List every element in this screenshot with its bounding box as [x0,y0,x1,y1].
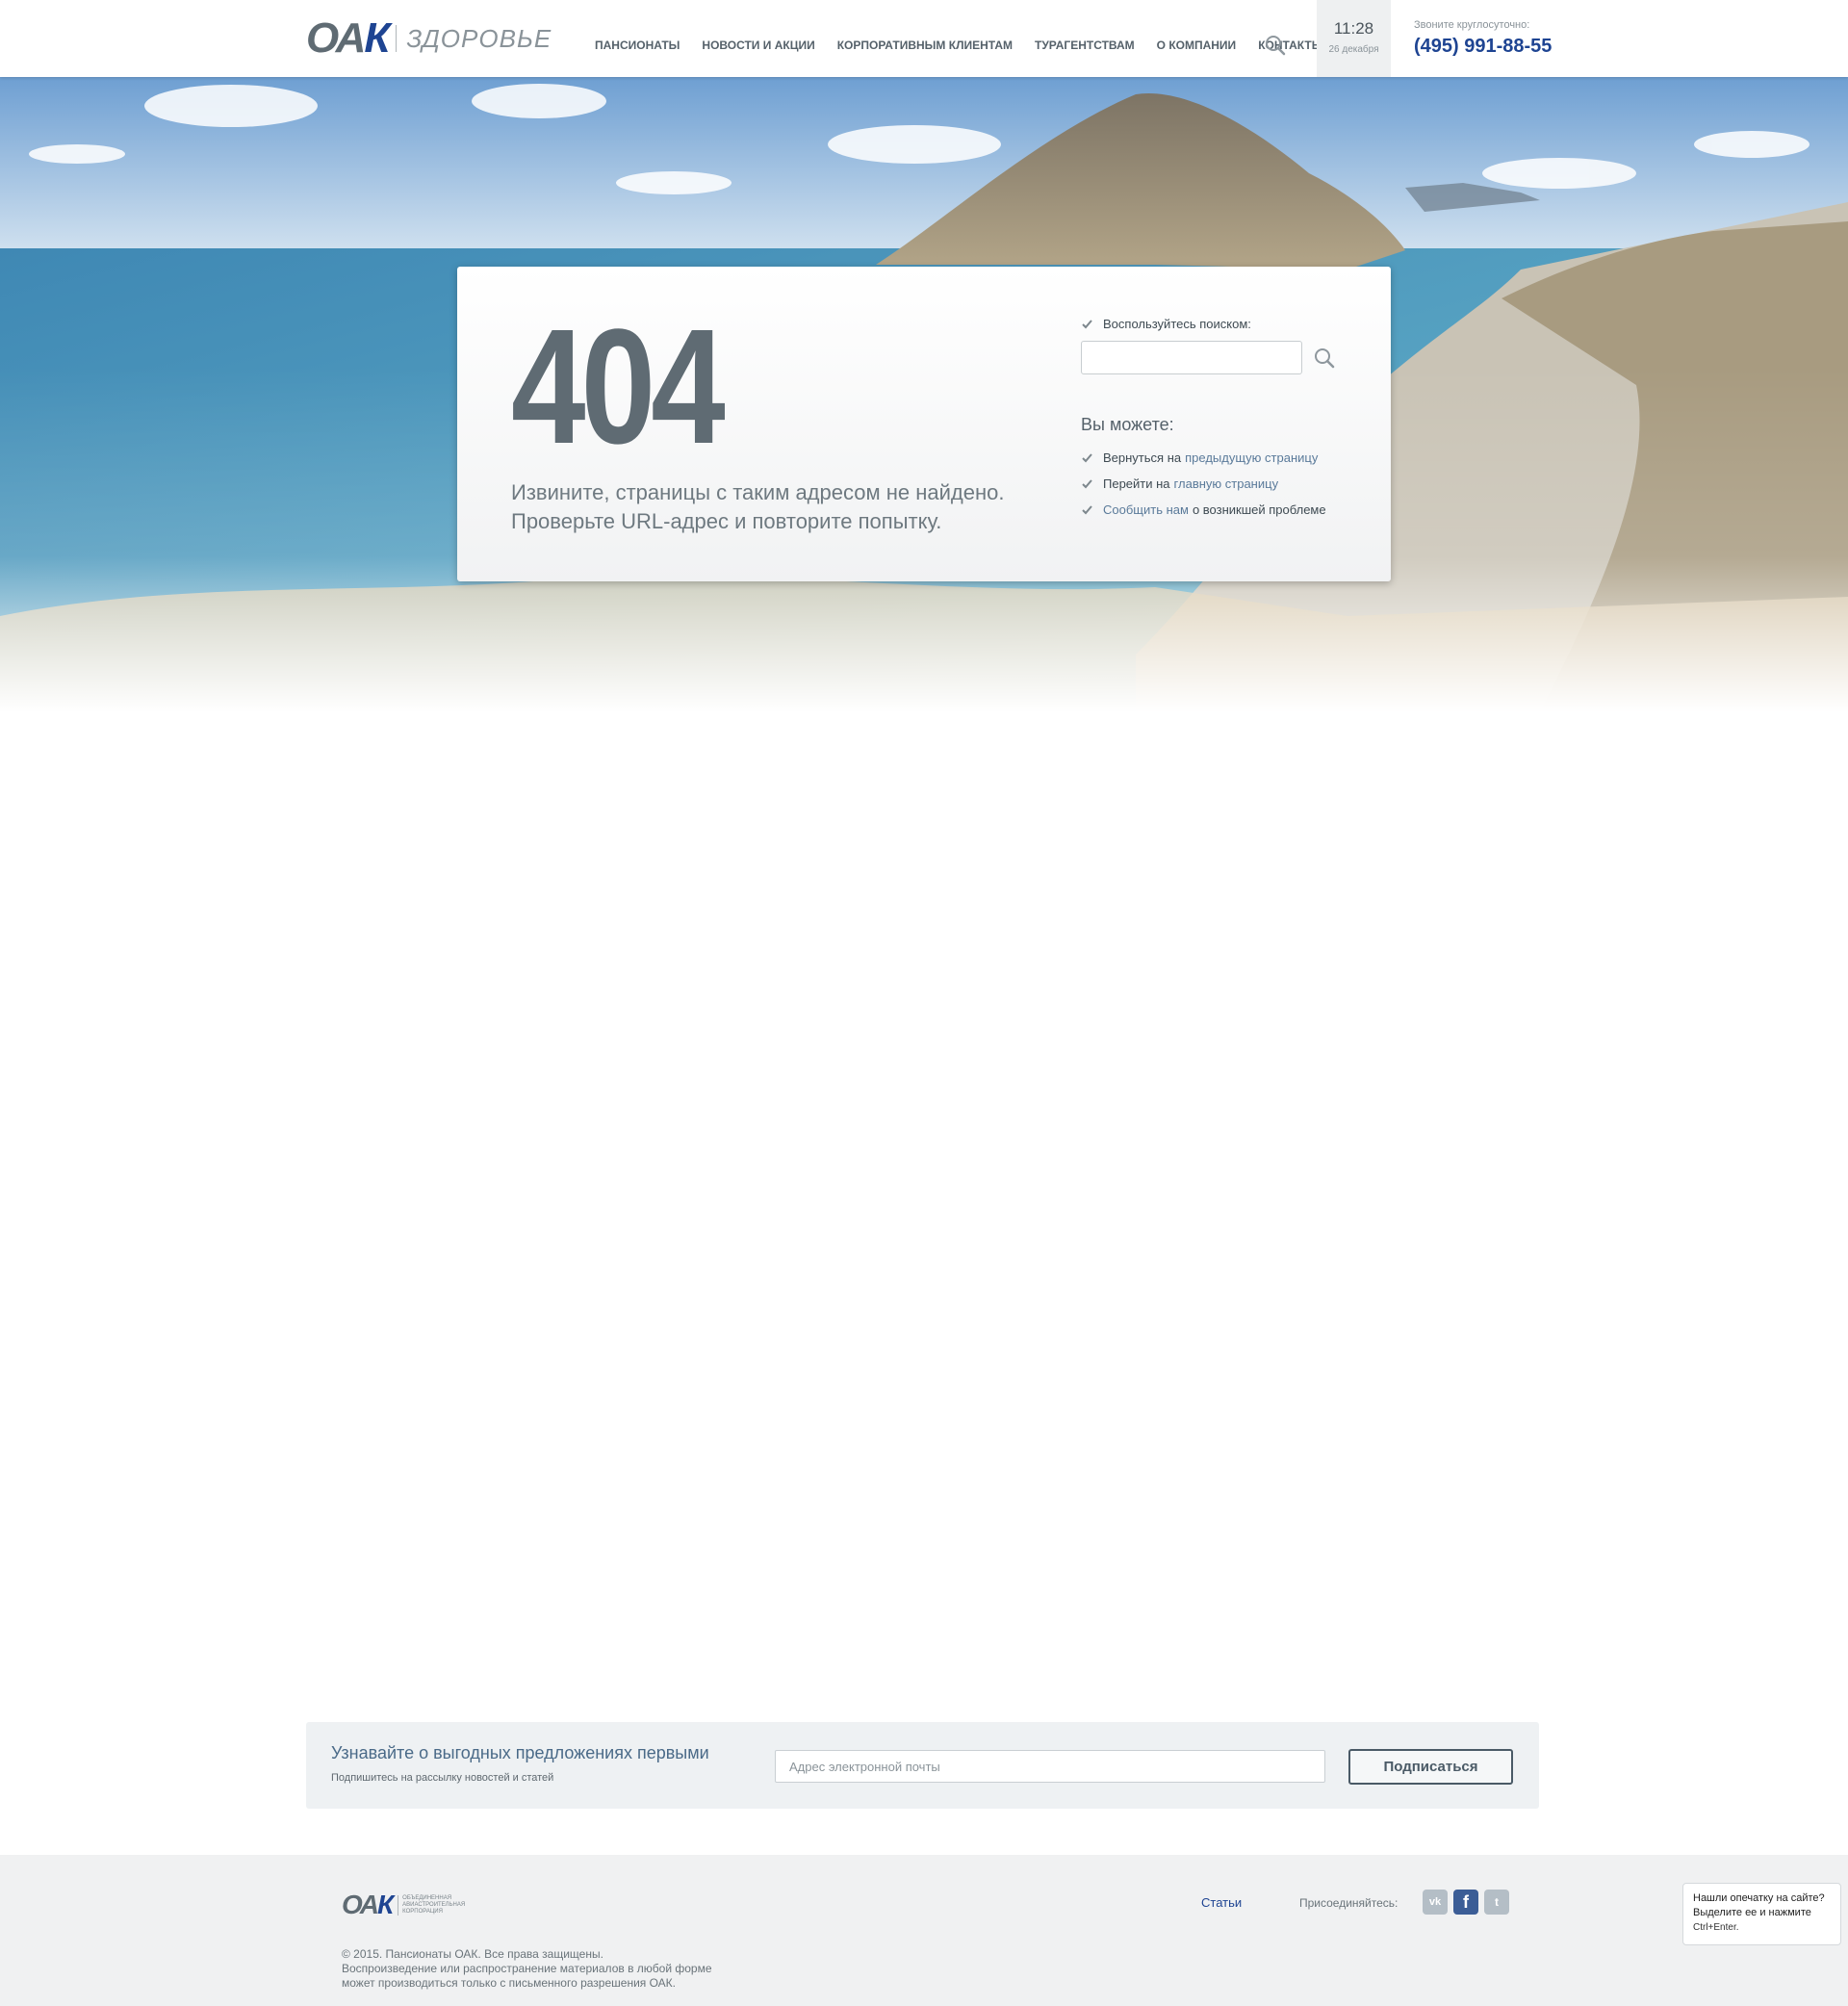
subscribe-note: Подпишитесь на рассылку новостей и стате… [331,1772,554,1784]
subscribe-title: Узнавайте о выгодных предложениях первым… [331,1743,709,1762]
nav-item-agencies[interactable]: ТУРАГЕНТСТВАМ [1035,39,1135,52]
option-text: о возникшей проблеме [1192,502,1326,517]
join-label: Присоединяйтесь: [1299,1896,1399,1910]
previous-page-link[interactable]: предыдущую страницу [1185,450,1318,465]
checkmark-icon [1082,505,1092,515]
phone-number[interactable]: (495) 991-88-55 [1414,36,1552,58]
checkmark-icon [1082,479,1092,489]
search-label: Воспользуйтесь поиском: [1081,317,1370,331]
subscribe-button[interactable]: Подписаться [1348,1749,1513,1785]
footer-logo-text: ОАК [342,1890,394,1919]
subscribe-panel: Узнавайте о выгодных предложениях первым… [306,1722,1539,1809]
error-message: Извините, страницы с таким адресом не на… [511,478,1012,536]
option-text: Перейти на [1103,476,1170,491]
articles-link[interactable]: Статьи [1201,1895,1242,1910]
site-logo[interactable]: ОАК ЗДОРОВЬЕ [306,14,552,62]
error-message-line1: Извините, страницы с таким адресом не на… [511,480,1005,504]
options-list: Вернуться на предыдущую страницу Перейти… [1081,450,1370,517]
option-item: Перейти на главную страницу [1081,476,1370,491]
facebook-icon[interactable]: f [1453,1890,1478,1915]
option-item: Сообщить нам о возникшей проблеме [1081,502,1370,517]
logo-subtitle: ЗДОРОВЬЕ [406,23,552,53]
option-text: Вернуться на [1103,450,1182,465]
typo-line: Ctrl+Enter. [1693,1922,1739,1933]
logo-oak-text: ОАК [306,14,390,62]
typo-line: Нашли опечатку на сайте? [1693,1892,1825,1904]
phone-block: Звоните круглосуточно: (495) 991-88-55 [1414,19,1552,58]
option-item: Вернуться на предыдущую страницу [1081,450,1370,465]
email-field[interactable]: Адрес электронной почты [775,1750,1325,1783]
options-heading: Вы можете: [1081,415,1174,434]
checkmark-icon [1082,453,1092,463]
error-message-line2: Проверьте URL-адрес и повторите попытку. [511,509,942,533]
site-footer: ОАК Объединенная авиастроительная корпор… [0,1855,1848,2006]
clock-widget: 11:28 26 декабря [1317,0,1391,77]
logo-divider [396,25,398,52]
error-help-panel: Воспользуйтесь поиском: Вы можете: Верну… [1081,317,1370,528]
footer-logo[interactable]: ОАК Объединенная авиастроительная корпор… [342,1891,465,1918]
copyright: © 2015. Пансионаты ОАК. Все права защище… [342,1947,712,1991]
nav-item-news[interactable]: НОВОСТИ И АКЦИИ [702,39,814,52]
search-label-text: Воспользуйтесь поиском: [1103,317,1251,331]
copyright-line: может производиться только с письменного… [342,1976,677,1990]
site-header: ОАК ЗДОРОВЬЕ ПАНСИОНАТЫ НОВОСТИ И АКЦИИ … [0,0,1848,77]
main-nav: ПАНСИОНАТЫ НОВОСТИ И АКЦИИ КОРПОРАТИВНЫМ… [595,39,1345,52]
clock-time: 11:28 [1333,19,1374,38]
typo-line: Выделите ее и нажмите [1693,1907,1811,1918]
search-icon[interactable] [1265,35,1286,56]
twitter-icon[interactable]: t [1484,1890,1509,1915]
home-page-link[interactable]: главную страницу [1174,476,1279,491]
error-code: 404 [511,296,726,478]
nav-item-pansionaty[interactable]: ПАНСИОНАТЫ [595,39,680,52]
nav-item-corporate[interactable]: КОРПОРАТИВНЫМ КЛИЕНТАМ [837,39,1013,52]
search-input[interactable] [1081,341,1302,374]
search-row [1081,341,1370,374]
social-links: vk f t [1423,1890,1509,1915]
copyright-line: © 2015. Пансионаты ОАК. Все права защище… [342,1947,603,1961]
typo-report-widget: Нашли опечатку на сайте? Выделите ее и н… [1682,1883,1841,1945]
nav-item-about[interactable]: О КОМПАНИИ [1157,39,1237,52]
report-problem-link[interactable]: Сообщить нам [1103,502,1189,517]
vk-icon[interactable]: vk [1423,1890,1448,1915]
error-card: 404 Извините, страницы с таким адресом н… [457,267,1391,581]
clock-date: 26 декабря [1328,44,1379,55]
copyright-line: Воспроизведение или распространение мате… [342,1962,712,1975]
footer-logo-subtitle: Объединенная авиастроительная корпорация [398,1894,465,1916]
search-icon[interactable] [1314,347,1335,369]
phone-label: Звоните круглосуточно: [1414,19,1530,31]
checkmark-icon [1082,320,1092,329]
